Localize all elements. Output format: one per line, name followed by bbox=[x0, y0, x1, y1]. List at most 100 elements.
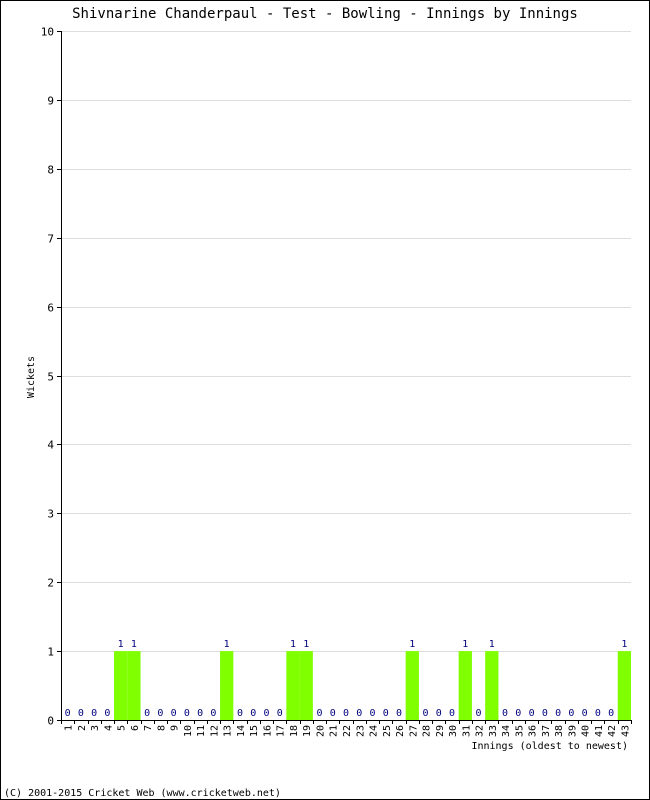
copyright-footer: (C) 2001-2015 Cricket Web (www.cricketwe… bbox=[4, 788, 281, 799]
x-tick-label: 15 bbox=[249, 725, 260, 737]
x-tick-label: 1 bbox=[64, 725, 75, 731]
data-label: 1 bbox=[290, 639, 296, 650]
x-tick-label: 24 bbox=[369, 725, 380, 737]
x-tick-label: 4 bbox=[103, 725, 114, 731]
data-label: 0 bbox=[263, 708, 269, 719]
x-tick-label: 7 bbox=[143, 725, 154, 731]
x-tick-label: 34 bbox=[501, 725, 512, 737]
x-tick-label: 36 bbox=[528, 725, 539, 737]
chart-title: Shivnarine Chanderpaul - Test - Bowling … bbox=[72, 6, 578, 22]
data-label: 0 bbox=[277, 708, 283, 719]
data-label: 0 bbox=[197, 708, 203, 719]
data-label: 0 bbox=[383, 708, 389, 719]
x-tick-label: 27 bbox=[408, 725, 419, 737]
x-tick-label: 22 bbox=[342, 725, 353, 737]
x-tick-label: 39 bbox=[567, 725, 578, 737]
bar bbox=[286, 651, 300, 720]
data-label: 0 bbox=[608, 708, 614, 719]
data-label: 0 bbox=[78, 708, 84, 719]
data-label: 1 bbox=[462, 639, 468, 650]
bar bbox=[127, 651, 141, 720]
x-tick-label: 25 bbox=[382, 725, 393, 737]
x-tick-label: 9 bbox=[170, 725, 181, 731]
axes bbox=[61, 31, 632, 724]
x-tick-label: 42 bbox=[607, 725, 618, 737]
data-label: 0 bbox=[104, 708, 110, 719]
y-tick-label: 1 bbox=[47, 646, 54, 659]
data-label: 1 bbox=[303, 639, 309, 650]
data-label: 0 bbox=[356, 708, 362, 719]
y-tick-label: 8 bbox=[47, 164, 54, 177]
y-tick-label: 3 bbox=[47, 508, 54, 521]
y-tick-label: 2 bbox=[47, 577, 54, 590]
data-label: 0 bbox=[568, 708, 574, 719]
x-tick-label: 21 bbox=[329, 725, 340, 737]
x-tick-label: 35 bbox=[514, 725, 525, 737]
data-label: 0 bbox=[449, 708, 455, 719]
data-label: 0 bbox=[250, 708, 256, 719]
data-label: 0 bbox=[316, 708, 322, 719]
chart-svg: Shivnarine Chanderpaul - Test - Bowling … bbox=[4, 6, 632, 799]
data-label: 0 bbox=[436, 708, 442, 719]
x-tick-label: 14 bbox=[236, 725, 247, 737]
data-label: 1 bbox=[621, 639, 627, 650]
y-tick-label: 10 bbox=[41, 26, 54, 39]
bar bbox=[617, 651, 631, 720]
x-tick-label: 40 bbox=[581, 725, 592, 737]
data-label: 1 bbox=[224, 639, 230, 650]
data-label: 0 bbox=[555, 708, 561, 719]
x-tick-labels: 1 2 3 4 5 6 7 8 9 10 11 12 13 14 15 16 17 18 19 20 21 22 23 24 2… bbox=[64, 725, 632, 737]
data-label: 0 bbox=[396, 708, 402, 719]
x-tick-label: 31 bbox=[461, 725, 472, 737]
data-label: 0 bbox=[330, 708, 336, 719]
data-label: 0 bbox=[237, 708, 243, 719]
x-tick-label: 28 bbox=[422, 725, 433, 737]
x-tick-label: 10 bbox=[183, 725, 194, 737]
data-label: 0 bbox=[65, 708, 71, 719]
x-tick-label: 2 bbox=[77, 725, 88, 731]
y-tick-labels: 0 1 2 3 4 5 6 7 8 9 10 bbox=[41, 26, 55, 728]
bar bbox=[220, 651, 234, 720]
data-label: 0 bbox=[502, 708, 508, 719]
data-label: 0 bbox=[91, 708, 97, 719]
bar bbox=[485, 651, 499, 720]
x-tick-label: 43 bbox=[620, 725, 631, 737]
y-tick-label: 7 bbox=[47, 233, 54, 246]
x-tick-label: 8 bbox=[156, 725, 167, 731]
y-tick-label: 9 bbox=[47, 95, 54, 108]
bar bbox=[114, 651, 128, 720]
x-tick-label: 3 bbox=[90, 725, 101, 731]
x-tick-label: 17 bbox=[276, 725, 287, 737]
data-label: 0 bbox=[144, 708, 150, 719]
x-tick-label: 26 bbox=[395, 725, 406, 737]
x-tick-label: 32 bbox=[475, 725, 486, 737]
data-label: 0 bbox=[423, 708, 429, 719]
x-tick-label: 12 bbox=[209, 725, 220, 737]
x-tick-label: 19 bbox=[302, 725, 313, 737]
x-tick-label: 38 bbox=[554, 725, 565, 737]
x-tick-label: 30 bbox=[448, 725, 459, 737]
chart-frame: Shivnarine Chanderpaul - Test - Bowling … bbox=[0, 0, 650, 800]
data-label: 0 bbox=[529, 708, 535, 719]
x-tick-label: 29 bbox=[435, 725, 446, 737]
data-label: 1 bbox=[131, 639, 137, 650]
data-label: 0 bbox=[582, 708, 588, 719]
data-label: 0 bbox=[157, 708, 163, 719]
data-label: 0 bbox=[542, 708, 548, 719]
data-label: 0 bbox=[210, 708, 216, 719]
y-axis-label: Wickets bbox=[26, 356, 37, 398]
x-tick-label: 41 bbox=[594, 725, 605, 737]
x-tick-label: 6 bbox=[130, 725, 141, 731]
data-label: 0 bbox=[595, 708, 601, 719]
x-tick-label: 18 bbox=[289, 725, 300, 737]
data-label: 0 bbox=[184, 708, 190, 719]
bar bbox=[405, 651, 419, 720]
y-tick-label: 4 bbox=[47, 439, 54, 452]
data-label: 0 bbox=[515, 708, 521, 719]
grid-lines bbox=[57, 31, 631, 721]
y-tick-label: 5 bbox=[47, 371, 54, 384]
data-label: 1 bbox=[118, 639, 124, 650]
data-label: 1 bbox=[409, 639, 415, 650]
data-label: 0 bbox=[369, 708, 375, 719]
data-label: 1 bbox=[489, 639, 495, 650]
